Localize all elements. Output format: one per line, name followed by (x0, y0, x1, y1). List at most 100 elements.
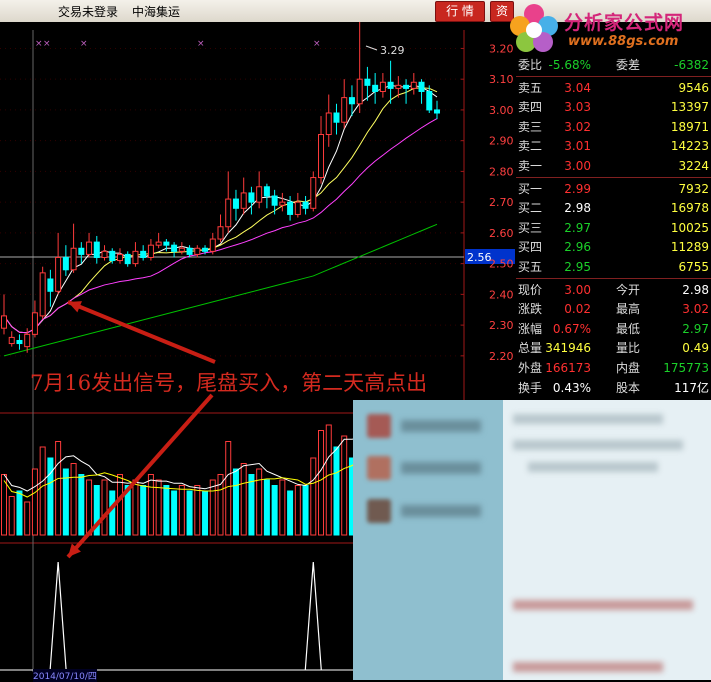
candle-body (116, 253, 123, 262)
volume-bar (39, 446, 46, 536)
volume-bar (132, 479, 139, 536)
stats-table: 现价 3.00 今开 2.98 涨跌 0.02 最高 3.02 涨幅 0.67% 最低 2.97 总量 3… (516, 281, 711, 418)
candle-body (240, 192, 247, 209)
volume-bar (70, 463, 77, 536)
y-tick-label: 2.30 (489, 319, 514, 332)
order-volume: 18971 (670, 119, 709, 134)
candle-body (333, 112, 340, 123)
y-tick-label: 2.90 (489, 135, 514, 148)
volume-bar (209, 479, 216, 536)
order-volume: 9546 (678, 80, 709, 95)
y-tick-label: 3.10 (489, 73, 514, 86)
list-item[interactable] (367, 410, 487, 444)
quote-button[interactable]: 行 情 (435, 1, 485, 22)
volume-bar (287, 490, 294, 536)
candle-body (155, 241, 162, 246)
stat-value: 0.02 (564, 302, 591, 317)
flower-logo-icon (510, 4, 558, 52)
volume-bar (62, 468, 69, 536)
sell-row: 卖一 3.00 3224 (516, 157, 711, 177)
volume-bar (86, 479, 93, 536)
volume-bar (325, 424, 332, 536)
volume-bar (232, 468, 239, 536)
chat-window-overlay[interactable] (353, 400, 711, 680)
stat-value: 117亿 (674, 380, 709, 395)
top-marker: × (43, 39, 51, 49)
volume-bar (109, 490, 116, 536)
quote-panel: 委比 -5.68% 委差 -6382 卖五 3.04 9546 卖四 3.03 13397… (516, 56, 711, 418)
volume-bar (279, 479, 286, 536)
candle-body (217, 226, 224, 240)
order-price: 3.02 (564, 119, 591, 134)
candle-body (426, 90, 433, 111)
y-tick-label: 2.50 (489, 258, 514, 271)
volume-bar (16, 490, 23, 536)
date-axis: 2014/07/10/四 (0, 669, 353, 682)
volume-bar (31, 468, 38, 536)
order-price: 3.03 (564, 100, 591, 115)
stat-value: 2.98 (682, 282, 709, 297)
volume-bar (318, 430, 325, 536)
buy-row: 买一 2.99 7932 (516, 180, 711, 200)
order-volume: 7932 (678, 181, 709, 196)
y-tick-label: 2.80 (489, 165, 514, 178)
volume-bar (78, 474, 85, 536)
candle-body (364, 78, 371, 86)
stat-label: 内盘 (616, 360, 641, 375)
chat-contact-list[interactable] (353, 400, 503, 680)
stock-name: 中海集运 (132, 5, 181, 19)
candle-body (271, 195, 278, 206)
candle-body (263, 186, 270, 197)
candle-body (341, 97, 348, 123)
candle-body (171, 244, 178, 252)
stat-label: 股本 (616, 380, 641, 395)
volume-bar (217, 474, 224, 536)
candle-body (16, 339, 23, 345)
order-price: 3.04 (564, 80, 591, 95)
candle-body (348, 97, 355, 105)
sell-row: 卖四 3.03 13397 (516, 98, 711, 118)
order-price: 2.95 (564, 259, 591, 274)
buy-orders: 买一 2.99 7932 买二 2.98 16978 买三 2.97 10025 买四 2.96 11… (516, 180, 711, 278)
volume-bar (256, 468, 263, 536)
order-volume: 16978 (670, 201, 709, 216)
order-volume: 10025 (670, 220, 709, 235)
order-volume: 11289 (670, 240, 709, 255)
buy-row: 买三 2.97 10025 (516, 219, 711, 239)
stat-value: 3.00 (564, 282, 591, 297)
candle-body (55, 256, 62, 292)
order-price: 2.98 (564, 201, 591, 216)
volume-bar (194, 485, 201, 536)
sell-row: 卖二 3.01 14223 (516, 137, 711, 157)
stat-value: 3.02 (682, 302, 709, 317)
candle-body (325, 112, 332, 136)
candle-body (395, 84, 402, 89)
sell-orders: 卖五 3.04 9546 卖四 3.03 13397 卖三 3.02 18971 卖二 3.01 14… (516, 79, 711, 177)
stat-row: 涨跌 0.02 最高 3.02 (516, 300, 711, 320)
logo-url[interactable]: www.88gs.com (568, 34, 678, 49)
volume-bar (186, 490, 193, 536)
volume-bar (147, 474, 154, 536)
y-tick-label: 2.40 (489, 288, 514, 301)
candle-body (318, 134, 325, 179)
candle-body (132, 250, 139, 265)
candle-body (1, 315, 7, 329)
top-marker: × (313, 39, 321, 49)
candle-body (410, 81, 417, 89)
candle-body (418, 81, 425, 92)
stat-value: 0.43% (552, 380, 591, 395)
candle-body (109, 250, 116, 262)
weibi-row: 委比 -5.68% 委差 -6382 (516, 56, 711, 76)
login-status: 交易未登录 (58, 5, 119, 19)
candle-body (310, 177, 317, 209)
list-item[interactable] (367, 452, 487, 486)
top-marker: × (80, 39, 88, 49)
candle-body (124, 253, 131, 265)
candle-body (93, 241, 100, 258)
peak-label: 3.29 (380, 44, 405, 57)
list-item[interactable] (367, 495, 487, 529)
y-tick-label: 3.00 (489, 104, 514, 117)
volume-bar (294, 485, 301, 536)
stat-label: 最高 (616, 302, 641, 317)
volume-bar (178, 485, 185, 536)
